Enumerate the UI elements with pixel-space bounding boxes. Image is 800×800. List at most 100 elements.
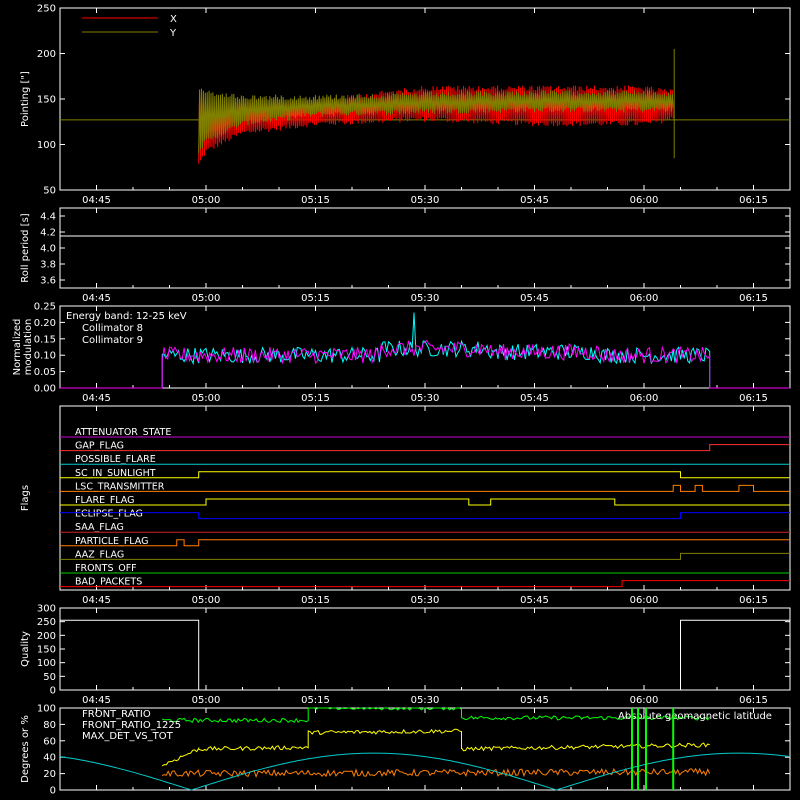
flag-label-saa-flag: SAA_FLAG [75, 522, 124, 533]
x-tick-label: 05:15 [301, 393, 330, 404]
flag-label-lsc-transmitter: LSC_TRANSMITTER [75, 481, 165, 492]
x-tick-label: 04:45 [82, 293, 111, 304]
y-tick-label: 0 [50, 686, 56, 697]
flag-label-possible-flare: POSSIBLE_FLARE [75, 454, 156, 465]
y-tick-label: 300 [37, 604, 56, 615]
x-tick-label: 05:00 [192, 695, 221, 706]
x-tick-label: 06:15 [739, 595, 768, 606]
x-tick-label: 06:15 [739, 393, 768, 404]
legend-label-front-ratio-1225: FRONT_RATIO_1225 [82, 720, 181, 731]
legend-label-max-det-vs-tot: MAX_DET_VS_TOT [82, 731, 174, 742]
x-tick-label: 05:45 [520, 695, 549, 706]
flag-label-aaz-flag: AAZ_FLAG [75, 549, 124, 560]
y-tick-label: 80 [43, 720, 56, 731]
y-tick-label: 60 [43, 736, 56, 747]
y-tick-label: 150 [37, 645, 56, 656]
x-tick-label: 04:45 [82, 393, 111, 404]
panel-frame-roll [59, 207, 791, 289]
y-axis-label: modulation [23, 319, 34, 376]
y-tick-label: 3.8 [40, 260, 56, 271]
x-tick-label: 05:30 [411, 695, 440, 706]
y-axis-label: Degrees or % [20, 715, 31, 783]
y-tick-label: 0.25 [34, 302, 56, 313]
x-tick-label: 06:15 [739, 695, 768, 706]
y-tick-label: 4.2 [40, 228, 56, 239]
flag-label-sc-in-sunlight: SC_IN_SUNLIGHT [75, 468, 156, 479]
flag-label-gap-flag: GAP_FLAG [75, 441, 124, 452]
y-axis-label: Flags [20, 485, 31, 511]
x-tick-label: 06:00 [630, 293, 659, 304]
y-tick-label: 4.0 [40, 244, 56, 255]
x-tick-label: 05:45 [520, 293, 549, 304]
x-tick-label: 05:00 [192, 293, 221, 304]
diagnostic-chart-stack: 04:45 05:00 05:15 05:30 05:45 06:00 06:15 250 20… [0, 0, 800, 800]
legend-label-y: Y [169, 28, 177, 39]
x-tick-label: 05:45 [520, 595, 549, 606]
flag-row-gap-flag [60, 444, 790, 452]
x-tick-label: 05:45 [520, 195, 549, 206]
x-tick-label: 05:15 [301, 195, 330, 206]
ratio-series-2 [162, 767, 711, 778]
legend-label-collimator-9: Collimator 9 [82, 335, 143, 346]
x-tick-label: 05:30 [411, 595, 440, 606]
quality-line [60, 619, 790, 691]
flag-row-lsc-transmitter [60, 484, 790, 492]
flag-label-eclipse-flag: ECLIPSE_FLAG [75, 509, 143, 520]
flag-label-attenuator-state: ATTENUATOR_STATE [75, 427, 171, 438]
flag-row-particle-flag [60, 539, 790, 547]
flag-label-fronts-off: FRONTS_OFF [75, 563, 137, 574]
y-tick-label: 250 [37, 4, 56, 15]
y-tick-label: 0.15 [34, 334, 56, 345]
x-tick-label: 05:15 [301, 595, 330, 606]
y-tick-label: 50 [43, 186, 56, 197]
y-axis-label: Roll period [s] [20, 213, 31, 282]
x-tick-label: 05:00 [192, 595, 221, 606]
x-tick-label: 06:00 [630, 393, 659, 404]
x-tick-label: 05:45 [520, 393, 549, 404]
pointing-series-y [198, 88, 674, 154]
y-tick-label: 50 [43, 672, 56, 683]
y-axis-label: Normalized [12, 319, 23, 376]
y-axis-label: Pointing ["] [20, 71, 31, 127]
legend-label-front-ratio: FRONT_RATIO [82, 709, 151, 720]
y-tick-label: 20 [43, 769, 56, 780]
modulation-series-9 [60, 339, 790, 389]
y-tick-label: 100 [37, 140, 56, 151]
y-tick-label: 4.4 [40, 212, 56, 223]
x-tick-label: 06:15 [739, 195, 768, 206]
energy-band-annotation: Energy band: 12-25 keV [66, 311, 187, 322]
y-tick-label: 0 [50, 786, 56, 797]
x-tick-label: 06:00 [630, 695, 659, 706]
x-tick-label: 05:00 [192, 195, 221, 206]
x-tick-label: 06:00 [630, 195, 659, 206]
flag-row-eclipse-flag [60, 512, 790, 520]
y-tick-label: 200 [37, 49, 56, 60]
y-tick-label: 100 [37, 658, 56, 669]
flag-label-bad-packets: BAD_PACKETS [75, 577, 142, 588]
ratio-series-3 [59, 752, 791, 791]
x-tick-label: 05:15 [301, 695, 330, 706]
flag-label-particle-flag: PARTICLE_FLAG [75, 536, 148, 547]
y-tick-label: 0.00 [34, 384, 56, 395]
x-tick-label: 05:30 [411, 393, 440, 404]
y-tick-label: 0.05 [34, 367, 56, 378]
x-tick-label: 06:00 [630, 595, 659, 606]
y-tick-label: 0.20 [34, 318, 56, 329]
legend-label-collimator-8: Collimator 8 [82, 323, 143, 334]
y-tick-label: 200 [37, 631, 56, 642]
y-tick-label: 3.6 [40, 276, 56, 287]
x-tick-label: 04:45 [82, 595, 111, 606]
y-tick-label: 40 [43, 753, 56, 764]
x-tick-label: 04:45 [82, 195, 111, 206]
legend-label-x: X [170, 14, 177, 25]
flag-row-flare-flag [60, 498, 790, 506]
x-tick-label: 04:45 [82, 695, 111, 706]
y-tick-label: 0.10 [34, 351, 56, 362]
y-tick-label: 100 [37, 704, 56, 715]
y-axis-label: Quality [20, 631, 31, 667]
chart-canvas: 04:45 05:00 05:15 05:30 05:45 06:00 06:15 250 20… [12, 4, 791, 797]
flag-row-aaz-flag [60, 552, 790, 560]
x-tick-label: 05:30 [411, 293, 440, 304]
flag-label-flare-flag: FLARE_FLAG [75, 495, 135, 506]
x-tick-label: 05:00 [192, 393, 221, 404]
